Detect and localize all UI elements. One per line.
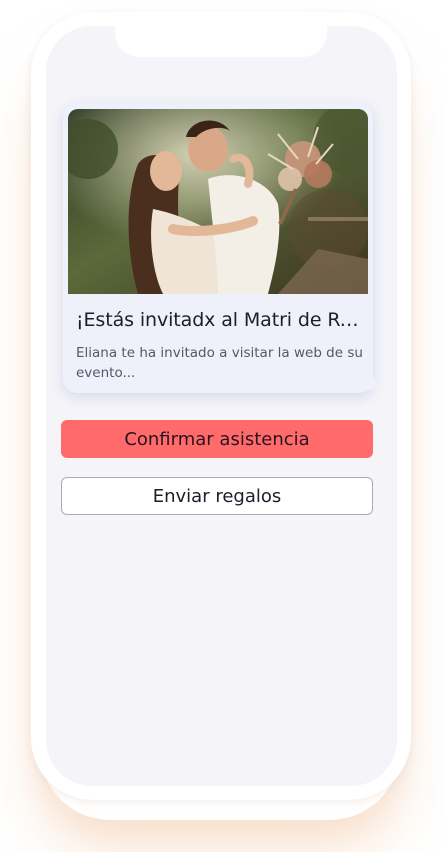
couple-photo[interactable]: [68, 109, 368, 294]
phone-mockup: ¡Estás invitadx al Matri de Rod... Elian…: [0, 0, 443, 852]
couple-photo-image: [68, 109, 368, 294]
send-gifts-button[interactable]: Enviar regalos: [61, 477, 373, 515]
invitation-title: ¡Estás invitadx al Matri de Rod...: [76, 309, 366, 331]
phone-notch: [115, 26, 327, 57]
confirm-attendance-button[interactable]: Confirmar asistencia: [61, 420, 373, 458]
invitation-description: Eliana te ha invitado a visitar la web d…: [76, 345, 363, 381]
